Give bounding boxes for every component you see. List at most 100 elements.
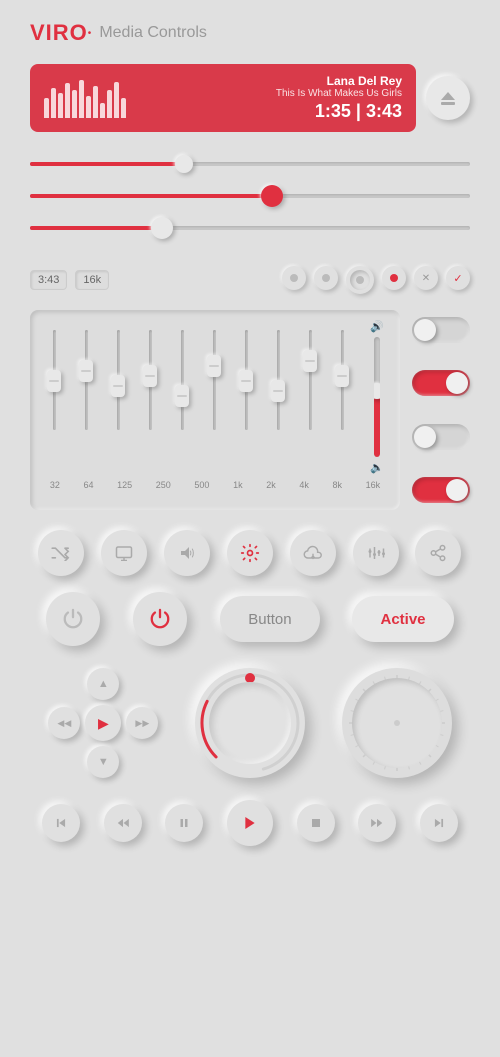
fader-knob[interactable] (271, 380, 285, 402)
eq-bar (93, 86, 98, 118)
radio-active[interactable] (382, 266, 406, 290)
radio-check[interactable] (446, 266, 470, 290)
toggle-3[interactable] (412, 424, 470, 450)
eq-label-4k: 4k (299, 480, 309, 490)
skip-back-button[interactable] (42, 804, 80, 842)
eq-label-2k: 2k (266, 480, 276, 490)
plain-button[interactable]: Button (220, 596, 319, 642)
tuner-knob[interactable] (342, 668, 452, 778)
eq-label-500: 500 (194, 480, 209, 490)
settings-button[interactable] (227, 530, 273, 576)
vol-speaker-top: 🔊 (370, 320, 384, 333)
dpad-left-icon: ◀◀ (57, 718, 71, 729)
slider-3-thumb[interactable] (151, 217, 173, 239)
fader-track[interactable] (85, 330, 88, 430)
equalizer-button[interactable] (353, 530, 399, 576)
radio-x[interactable] (414, 266, 438, 290)
now-playing-section: Lana Del Rey This Is What Makes Us Girls… (30, 64, 470, 132)
vol-knob[interactable] (374, 383, 380, 399)
fader-track[interactable] (181, 330, 184, 430)
fader-col-2 (117, 320, 120, 440)
stop-button[interactable] (297, 804, 335, 842)
fader-knob[interactable] (143, 365, 157, 387)
fader-track[interactable] (341, 330, 344, 430)
fader-knob[interactable] (79, 360, 93, 382)
vol-track[interactable] (374, 337, 380, 457)
skip-back-icon (54, 816, 68, 830)
toggle-4-thumb (446, 479, 468, 501)
fader-knob[interactable] (111, 375, 125, 397)
fader-col-4 (181, 320, 184, 440)
fader-col-5 (213, 320, 216, 440)
now-playing-bar: Lana Del Rey This Is What Makes Us Girls… (30, 64, 416, 132)
toggle-2[interactable] (412, 370, 470, 396)
skip-forward-button[interactable] (420, 804, 458, 842)
action-buttons-row: Button Active (30, 592, 470, 646)
radio-outer[interactable] (346, 266, 374, 294)
bitrate-tag[interactable]: 16k (75, 270, 109, 290)
toggle-1[interactable] (412, 317, 470, 343)
share-button[interactable] (415, 530, 461, 576)
fader-knob[interactable] (335, 365, 349, 387)
radio-off[interactable] (282, 266, 306, 290)
faders-container (38, 320, 358, 440)
fader-knob[interactable] (207, 355, 221, 377)
fader-knob[interactable] (175, 385, 189, 407)
pause-button[interactable] (165, 804, 203, 842)
eq-label-32: 32 (50, 480, 60, 490)
time-tag[interactable]: 3:43 (30, 270, 67, 290)
eq-bar (44, 98, 49, 118)
dpad-up-button[interactable]: ▲ (87, 668, 119, 700)
fader-track[interactable] (149, 330, 152, 430)
eq-bar (65, 83, 70, 118)
dpad-play-icon: ▶ (98, 715, 109, 732)
eq-section: 🔊 🔈 32 64 125 250 500 1k 2k 4k 8k 16k (30, 310, 470, 510)
fader-knob[interactable] (239, 370, 253, 392)
cast-button[interactable] (101, 530, 147, 576)
eq-label-250: 250 (156, 480, 171, 490)
fader-track[interactable] (277, 330, 280, 430)
slider-3-fill (30, 226, 162, 230)
slider-2-track[interactable] (30, 194, 470, 198)
slider-1-track[interactable] (30, 162, 470, 166)
radio-inner (322, 274, 330, 282)
dpad-right-button[interactable]: ▶▶ (126, 707, 158, 739)
rewind-button[interactable] (104, 804, 142, 842)
eject-button[interactable] (426, 76, 470, 120)
radio-inner (356, 276, 364, 284)
dial-knob[interactable] (195, 668, 305, 778)
fader-track[interactable] (309, 330, 312, 430)
fader-knob[interactable] (303, 350, 317, 372)
dial-knob-wrapper (195, 668, 305, 778)
artist-name: Lana Del Rey (142, 74, 402, 88)
equalizer-animation (44, 78, 126, 118)
power-off-button[interactable] (46, 592, 100, 646)
active-button[interactable]: Active (352, 596, 453, 642)
shuffle-button[interactable] (38, 530, 84, 576)
power-on-button[interactable] (133, 592, 187, 646)
vol-speaker-bottom: 🔈 (370, 461, 384, 474)
eq-bar (107, 90, 112, 118)
fader-track[interactable] (53, 330, 56, 430)
radio-mid[interactable] (314, 266, 338, 290)
fast-forward-button[interactable] (358, 804, 396, 842)
controls-row: 3:43 16k (30, 266, 470, 294)
slider-3-track[interactable] (30, 226, 470, 230)
volume-button[interactable] (164, 530, 210, 576)
slider-2-thumb[interactable] (261, 185, 283, 207)
fader-track[interactable] (117, 330, 120, 430)
fader-knob[interactable] (47, 370, 61, 392)
slider-1-thumb[interactable] (175, 155, 193, 173)
play-button[interactable] (227, 800, 273, 846)
fast-forward-icon (370, 816, 384, 830)
dpad-down-button[interactable]: ▼ (87, 746, 119, 778)
toggle-4[interactable] (412, 477, 470, 503)
fader-col-1 (85, 320, 88, 440)
fader-track[interactable] (213, 330, 216, 430)
fader-track[interactable] (245, 330, 248, 430)
cloud-button[interactable] (290, 530, 336, 576)
dpad-left-button[interactable]: ◀◀ (48, 707, 80, 739)
eq-bar (86, 96, 91, 118)
dpad-play-button[interactable]: ▶ (85, 705, 121, 741)
fader-col-0 (53, 320, 56, 440)
